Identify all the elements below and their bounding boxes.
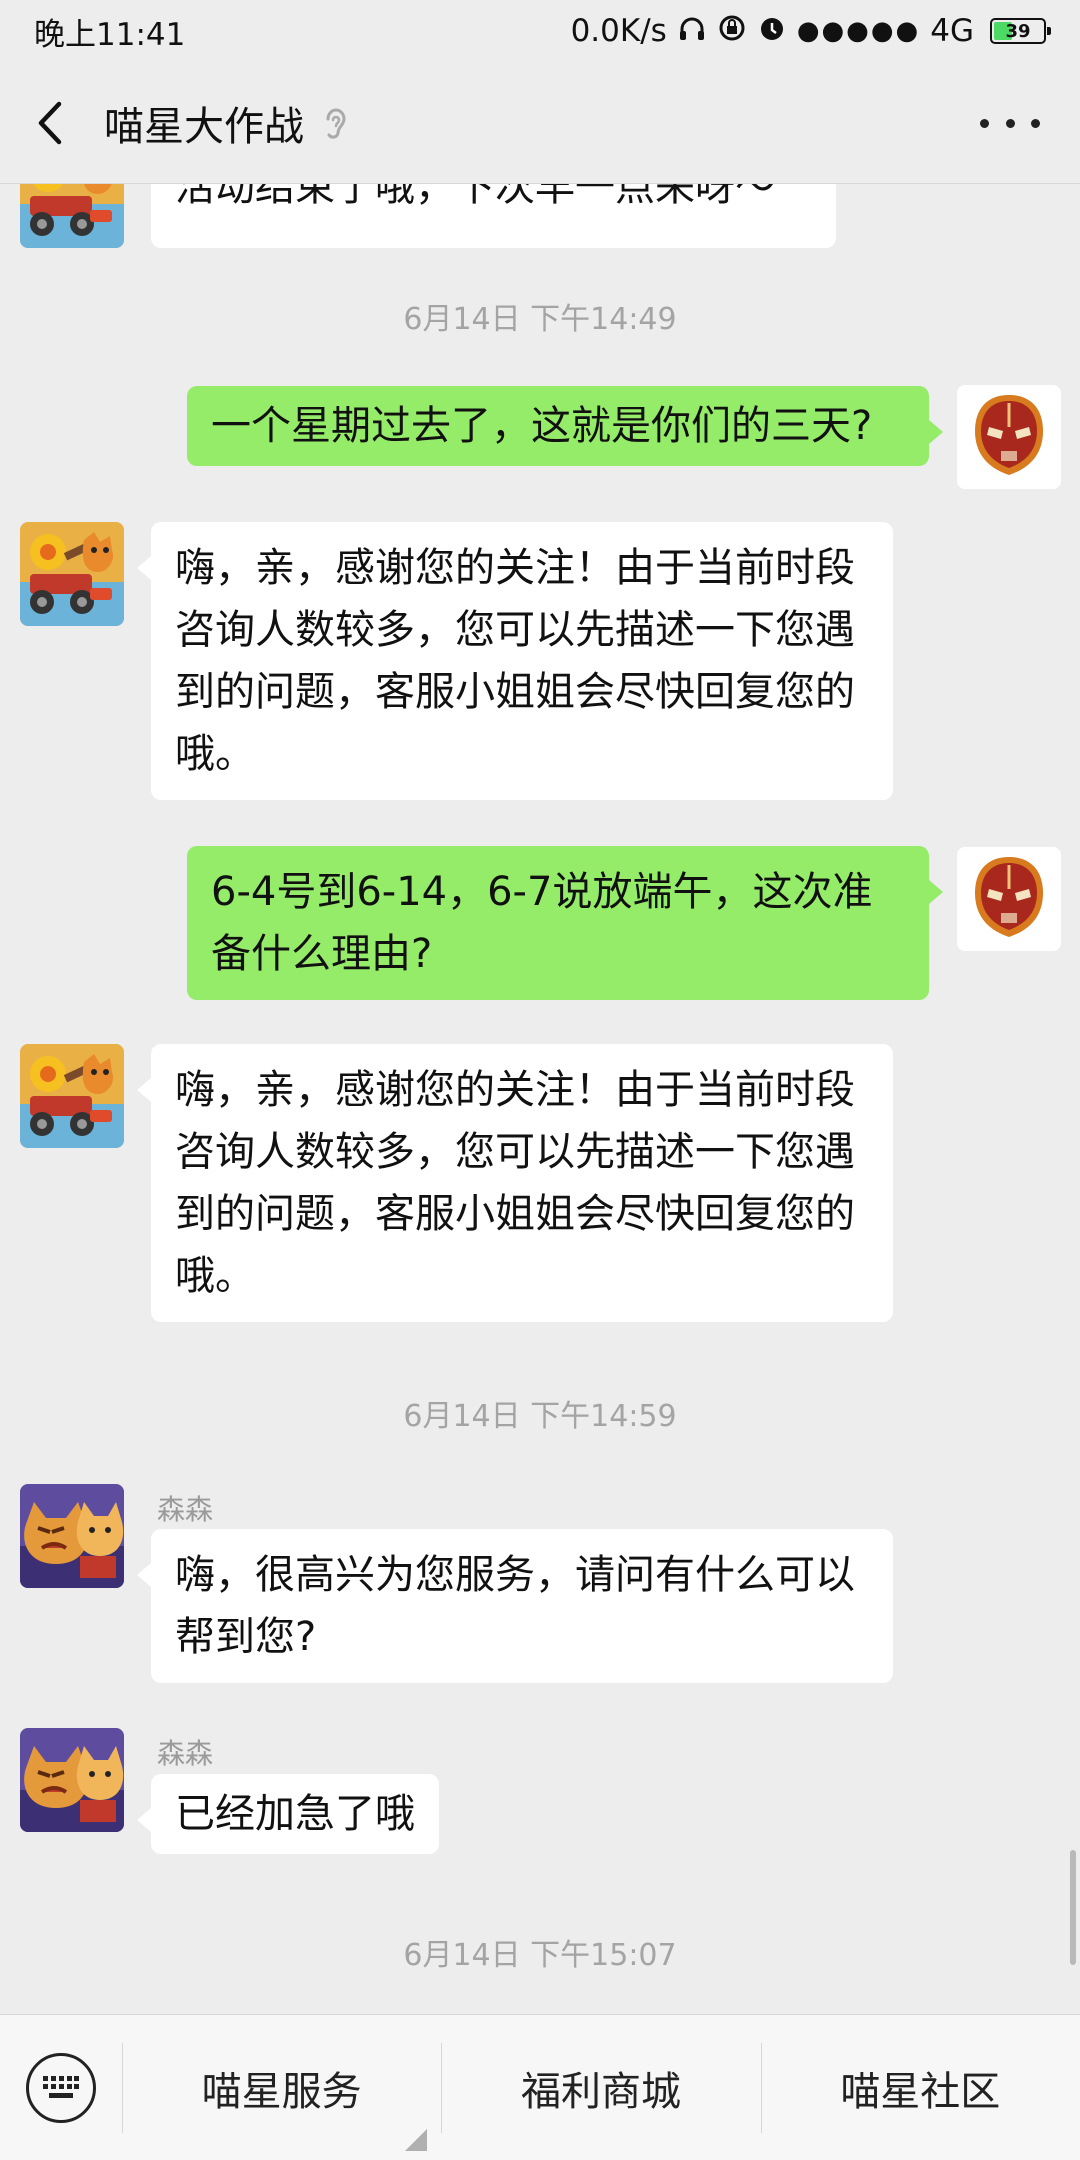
incoming-message[interactable]: 嗨，亲，感谢您的关注！由于当前时段咨询人数较多，您可以先描述一下您遇到的问题，客… <box>137 522 893 800</box>
account-menu-bar: 喵星服务 福利商城 喵星社区 <box>0 2014 1080 2160</box>
chat-messages: 活动结束了哦，下次早一点来呀～ 6月14日 下午14:49 一个星期过去了，这就… <box>0 184 1080 2014</box>
incoming-message[interactable]: 嗨，很高兴为您服务，请问有什么可以帮到您? <box>137 1529 893 1683</box>
submenu-indicator-icon <box>405 2128 428 2151</box>
menu-item-service[interactable]: 喵星服务 <box>122 2015 441 2160</box>
back-button[interactable] <box>0 62 100 184</box>
rotation-lock-icon <box>717 13 747 49</box>
back-arrow-icon <box>38 101 62 144</box>
agent-avatar[interactable] <box>20 1728 124 1832</box>
message-timestamp: 6月14日 下午14:49 <box>403 302 677 337</box>
incoming-message[interactable]: 已经加急了哦 <box>137 1774 439 1854</box>
battery-percent: 39 <box>1005 20 1031 42</box>
agent-avatar[interactable] <box>20 1484 124 1588</box>
scrollbar[interactable] <box>1070 1850 1076 1965</box>
menu-item-label: 福利商城 <box>520 2068 681 2115</box>
chat-header: 喵星大作战 <box>0 62 1080 184</box>
user-avatar[interactable] <box>957 847 1061 951</box>
menu-item-label: 喵星社区 <box>840 2068 1001 2115</box>
user-avatar[interactable] <box>957 385 1061 489</box>
official-account-avatar[interactable] <box>20 184 124 248</box>
keyboard-toggle-button[interactable] <box>0 2015 122 2160</box>
more-dot-icon <box>1031 118 1040 128</box>
headphones-icon <box>677 13 707 49</box>
official-account-avatar[interactable] <box>20 522 124 626</box>
menu-item-shop[interactable]: 福利商城 <box>441 2015 760 2160</box>
message-timestamp: 6月14日 下午14:59 <box>403 1399 677 1434</box>
outgoing-message[interactable]: 一个星期过去了，这就是你们的三天? <box>187 386 943 466</box>
keyboard-icon <box>26 2052 96 2123</box>
incoming-message[interactable]: 活动结束了哦，下次早一点来呀～ <box>151 184 836 248</box>
network-type: 4G <box>930 13 974 49</box>
more-options-button[interactable] <box>980 103 1040 143</box>
menu-item-label: 喵星服务 <box>201 2068 362 2115</box>
battery-icon: 39 <box>990 18 1051 44</box>
sender-name: 森森 <box>157 1737 214 1770</box>
official-account-avatar[interactable] <box>20 1044 124 1148</box>
ear-icon <box>326 108 346 139</box>
more-dot-icon <box>980 118 989 128</box>
incoming-message[interactable]: 嗨，亲，感谢您的关注！由于当前时段咨询人数较多，您可以先描述一下您遇到的问题，客… <box>137 1044 893 1322</box>
network-speed: 0.0K/s <box>570 13 667 49</box>
alarm-icon <box>757 13 787 49</box>
status-time: 晚上11:41 <box>34 16 186 53</box>
outgoing-message[interactable]: 6-4号到6-14，6-7说放端午，这次准备什么理由? <box>187 846 943 1000</box>
status-bar: 晚上11:41 0.0K/s ●●●●● 4G 39 <box>0 0 1080 62</box>
signal-icon: ●●●●● <box>796 16 921 46</box>
menu-item-community[interactable]: 喵星社区 <box>760 2015 1080 2160</box>
message-timestamp: 6月14日 下午15:07 <box>403 1938 677 1973</box>
status-icons: 0.0K/s ●●●●● 4G 39 <box>570 13 1051 49</box>
more-dot-icon <box>1005 118 1015 128</box>
sender-name: 森森 <box>157 1493 214 1526</box>
chat-title: 喵星大作战 <box>104 103 304 150</box>
